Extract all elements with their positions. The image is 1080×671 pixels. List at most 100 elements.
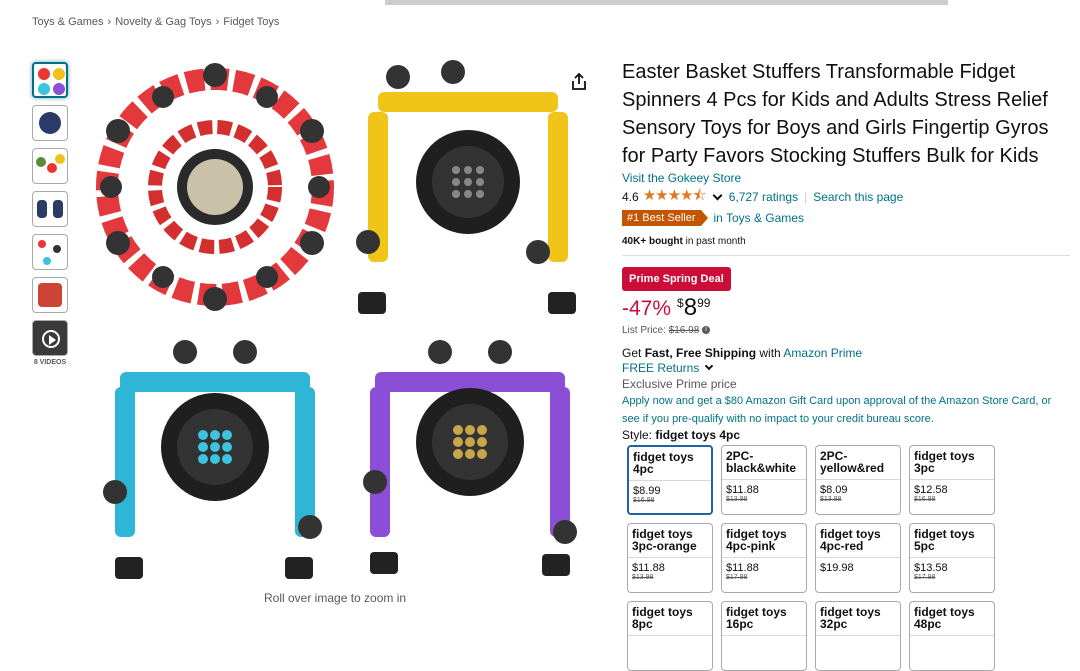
- main-product-image[interactable]: [90, 52, 590, 592]
- chevron-down-icon[interactable]: [705, 361, 714, 371]
- style-option[interactable]: fidget toys 3pc-orange $11.88 $13.98: [627, 523, 713, 593]
- option-list-price: $16.98: [914, 496, 936, 503]
- shipping-info: Get Fast, Free Shipping with Amazon Prim…: [622, 346, 1070, 360]
- style-option[interactable]: fidget toys 4pc-pink $11.88 $17.98: [721, 523, 807, 593]
- style-option[interactable]: fidget toys 4pc-red $19.98: [815, 523, 901, 593]
- thumb-spinner-c: [55, 154, 65, 164]
- spinner-red: [96, 63, 334, 311]
- price-row: -47% $ 8 99: [622, 295, 1070, 323]
- thumbnail-6[interactable]: [32, 277, 68, 313]
- product-title: Easter Basket Stuffers Transformable Fid…: [622, 61, 1049, 167]
- rating-value: 4.6: [622, 190, 639, 204]
- breadcrumb-novelty-gag[interactable]: Novelty & Gag Toys: [115, 16, 211, 28]
- best-seller-badge[interactable]: #1 Best Seller: [622, 210, 710, 226]
- thumb-spinner-yellow: [53, 68, 65, 80]
- star-rating-icon[interactable]: ★★★★⯪: [643, 185, 707, 210]
- style-option[interactable]: fidget toys 4pc $8.99 $16.98: [627, 445, 713, 515]
- price-currency: $: [677, 296, 684, 310]
- list-price-value: $16.98: [668, 325, 700, 336]
- bought-count-bold: 40K+ bought: [622, 236, 683, 247]
- list-price-label: List Price:: [622, 325, 666, 336]
- option-name: fidget toys 3pc: [910, 446, 994, 480]
- option-price: $8.99: [633, 485, 661, 497]
- option-name: fidget toys 16pc: [722, 602, 806, 636]
- option-name: 2PC-yellow&red: [816, 446, 900, 480]
- style-option[interactable]: fidget toys 48pc: [909, 601, 995, 671]
- breadcrumb-fidget-toys[interactable]: Fidget Toys: [223, 16, 279, 28]
- thumbnail-1[interactable]: [32, 62, 68, 98]
- amazon-prime-link[interactable]: Amazon Prime: [783, 346, 862, 360]
- option-price: $12.58: [914, 484, 948, 496]
- option-list-price: $13.98: [820, 496, 842, 503]
- thumb-part-c: [43, 257, 51, 265]
- style-value: fidget toys 4pc: [655, 428, 741, 442]
- option-price: $11.88: [726, 562, 759, 574]
- price-fraction: 99: [697, 296, 711, 310]
- option-price: $8.09: [820, 484, 848, 496]
- spinner-blue: [103, 340, 322, 579]
- option-price: [910, 636, 994, 640]
- bought-count-rest: in past month: [685, 236, 746, 247]
- breadcrumb-separator: ›: [107, 16, 112, 28]
- style-option[interactable]: fidget toys 5pc $13.58 $17.98: [909, 523, 995, 593]
- info-icon[interactable]: i: [702, 326, 711, 335]
- free-returns[interactable]: FREE Returns: [622, 361, 1070, 375]
- search-this-page-link[interactable]: Search this page: [813, 190, 903, 204]
- discount-percent: -47%: [622, 297, 672, 320]
- store-card-offer-link[interactable]: Apply now and get a $80 Amazon Gift Card…: [622, 392, 1070, 428]
- thumb-package: [38, 283, 62, 307]
- rating-row: 4.6 ★★★★⯪ 6,727 ratings | Search this pa…: [622, 187, 1070, 206]
- product-details: Easter Basket Stuffers Transformable Fid…: [622, 58, 1070, 671]
- divider: |: [804, 190, 808, 204]
- option-name: fidget toys 48pc: [910, 602, 994, 636]
- style-option[interactable]: 2PC-black&white $11.88 $13.98: [721, 445, 807, 515]
- option-list-price: $13.98: [632, 574, 654, 581]
- spinner-yellow: [356, 60, 576, 314]
- option-name: fidget toys 3pc-orange: [628, 524, 712, 558]
- list-price: List Price: $16.98 i: [622, 325, 1070, 336]
- thumbnail-2[interactable]: [32, 105, 68, 141]
- option-list-price: $17.98: [726, 574, 748, 581]
- shipping-prefix: Get: [622, 346, 642, 360]
- style-option[interactable]: fidget toys 16pc: [721, 601, 807, 671]
- option-price: $13.58: [914, 562, 948, 574]
- ratings-count-link[interactable]: 6,727 ratings: [729, 190, 798, 204]
- thumbnail-video[interactable]: [32, 320, 68, 356]
- thumb-spinner-purple: [53, 83, 65, 95]
- zoom-hint: Roll over image to zoom in: [264, 591, 407, 605]
- best-seller-row: #1 Best Seller in Toys & Games: [622, 210, 1070, 226]
- thumbnail-3[interactable]: [32, 148, 68, 184]
- style-selector-label: Style: fidget toys 4pc: [622, 428, 1070, 442]
- breadcrumb: Toys & Games › Novelty & Gag Toys › Fidget T…: [32, 16, 279, 28]
- option-name: 2PC-black&white: [722, 446, 806, 480]
- bought-count: 40K+ bought in past month: [622, 236, 1070, 256]
- free-returns-label[interactable]: FREE Returns: [622, 361, 699, 375]
- option-name: fidget toys 5pc: [910, 524, 994, 558]
- style-option[interactable]: fidget toys 8pc: [627, 601, 713, 671]
- thumbnail-5[interactable]: [32, 234, 68, 270]
- best-seller-category-link[interactable]: in Toys & Games: [713, 211, 803, 225]
- option-price: $11.88: [726, 484, 759, 496]
- option-price: [816, 636, 900, 640]
- option-list-price: $16.98: [633, 497, 655, 504]
- option-name: fidget toys 4pc-pink: [722, 524, 806, 558]
- breadcrumb-separator: ›: [215, 16, 220, 28]
- style-option[interactable]: fidget toys 3pc $12.58 $16.98: [909, 445, 995, 515]
- shipping-with: with: [759, 346, 781, 360]
- chevron-down-icon[interactable]: [712, 190, 723, 200]
- exclusive-price-note: Exclusive Prime price: [622, 377, 737, 391]
- play-icon: [42, 330, 60, 348]
- shipping-bold: Fast, Free Shipping: [644, 346, 757, 360]
- thumb-spinner-a: [36, 157, 46, 167]
- thumbnail-4[interactable]: [32, 191, 68, 227]
- share-icon[interactable]: [570, 72, 588, 92]
- thumb-spinner-b: [47, 163, 57, 173]
- option-price: $19.98: [820, 562, 854, 574]
- top-banner-image[interactable]: [385, 0, 948, 5]
- option-list-price: $17.98: [914, 574, 936, 581]
- style-option[interactable]: fidget toys 32pc: [815, 601, 901, 671]
- option-name: fidget toys 4pc: [629, 447, 711, 481]
- breadcrumb-toys-games[interactable]: Toys & Games: [32, 16, 104, 28]
- style-option[interactable]: 2PC-yellow&red $8.09 $13.98: [815, 445, 901, 515]
- spinner-purple: [363, 340, 577, 576]
